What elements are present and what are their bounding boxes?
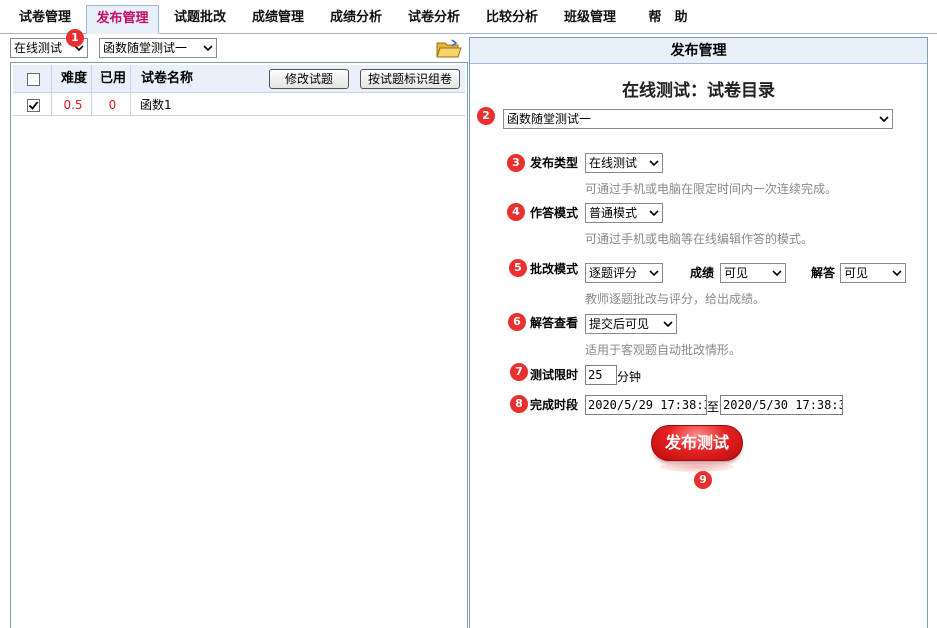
time-limit-label: 测试限时 [530, 368, 579, 382]
answer-mode-select[interactable]: 普通模式 [585, 203, 663, 223]
chevron-down-icon [649, 160, 659, 167]
answer-visibility-value: 可见 [844, 266, 869, 280]
step-badge-3: 3 [507, 154, 525, 172]
step-badge-6: 6 [508, 313, 526, 331]
time-limit-unit: 分钟 [617, 370, 642, 384]
score-visibility-value: 可见 [724, 266, 749, 280]
open-folder-icon[interactable] [436, 39, 462, 59]
publish-type-value: 在线测试 [589, 156, 638, 170]
table-row[interactable]: 0.5 0 函数1 [13, 94, 465, 116]
paper-catalog-select-value: 函数随堂测试一 [507, 112, 592, 126]
score-visibility-select[interactable]: 可见 [720, 263, 786, 283]
tab-paper-analysis[interactable]: 试卷分析 [399, 6, 469, 30]
column-header-difficulty: 难度 [60, 71, 87, 86]
step-badge-1: 1 [66, 29, 84, 47]
time-limit-input[interactable]: 25 [585, 365, 617, 385]
grading-mode-select[interactable]: 逐题评分 [585, 263, 663, 283]
compose-by-tag-button[interactable]: 按试题标识组卷 [360, 69, 460, 89]
paper-filter-select[interactable]: 函数随堂测试一 [99, 38, 217, 58]
answer-visibility-label: 解答 [811, 266, 836, 280]
row-used: 0 [108, 98, 117, 112]
checkmark-icon [28, 101, 39, 110]
step-badge-8: 8 [510, 395, 528, 413]
step-badge-7: 7 [510, 363, 528, 381]
column-header-paper-name: 试卷名称 [141, 71, 194, 86]
tab-score-analysis[interactable]: 成绩分析 [321, 6, 391, 30]
grading-mode-hint: 教师逐题批改与评分，给出成绩。 [585, 292, 766, 306]
select-all-checkbox[interactable] [27, 73, 40, 86]
answer-view-select[interactable]: 提交后可见 [585, 314, 677, 334]
answer-view-label: 解答查看 [530, 316, 579, 330]
answer-mode-hint: 可通过手机或电脑等在线编辑作答的模式。 [585, 232, 814, 246]
row-difficulty: 0.5 [63, 98, 83, 112]
chevron-down-icon [663, 321, 673, 328]
paper-table-header: 难度 已用 试卷名称 修改试题 按试题标识组卷 [13, 65, 465, 93]
tab-publish-management[interactable]: 发布管理 [86, 5, 159, 34]
top-tab-bar: 试卷管理 发布管理 试题批改 成绩管理 成绩分析 试卷分析 比较分析 班级管理 … [0, 0, 937, 34]
tab-score-management[interactable]: 成绩管理 [243, 6, 313, 30]
tab-class-management[interactable]: 班级管理 [555, 6, 625, 30]
tab-comparison-analysis[interactable]: 比较分析 [477, 6, 547, 30]
chevron-down-icon [892, 270, 902, 277]
answer-visibility-select[interactable]: 可见 [840, 263, 906, 283]
column-header-used: 已用 [99, 71, 126, 86]
tab-help[interactable]: 帮 助 [638, 6, 698, 30]
chevron-down-icon [649, 270, 659, 277]
chevron-down-icon [772, 270, 782, 277]
answer-mode-value: 普通模式 [589, 206, 638, 220]
period-separator: 至 [707, 400, 720, 414]
publish-type-hint: 可通过手机或电脑在限定时间内一次连续完成。 [585, 182, 838, 196]
row-paper-name[interactable]: 函数1 [140, 94, 220, 116]
grading-mode-label: 批改模式 [530, 262, 579, 276]
publish-type-select[interactable]: 在线测试 [585, 153, 663, 173]
step-badge-2: 2 [477, 107, 495, 125]
step-badge-4: 4 [507, 203, 525, 221]
row-checkbox[interactable] [27, 99, 40, 112]
publish-type-label: 发布类型 [530, 156, 579, 170]
tab-paper-management[interactable]: 试卷管理 [10, 6, 80, 30]
edit-questions-button[interactable]: 修改试题 [269, 69, 349, 89]
period-start-input[interactable]: 2020/5/29 17:38:35 [585, 395, 707, 415]
grading-mode-value: 逐题评分 [589, 266, 638, 280]
answer-view-hint: 适用于客观题自动批改情形。 [585, 343, 742, 357]
score-visibility-label: 成绩 [690, 266, 715, 280]
period-end-input[interactable]: 2020/5/30 17:38:35 [720, 395, 843, 415]
answer-mode-label: 作答模式 [530, 206, 579, 220]
panel-title: 发布管理 [470, 38, 927, 64]
publish-button-reflection [660, 462, 734, 472]
paper-catalog-select[interactable]: 函数随堂测试一 [503, 109, 893, 129]
paper-filter-select-value: 函数随堂测试一 [103, 41, 188, 55]
chevron-down-icon [879, 116, 889, 123]
period-label: 完成时段 [530, 398, 579, 412]
answer-view-value: 提交后可见 [589, 317, 650, 331]
step-badge-5: 5 [509, 259, 527, 277]
publish-test-button[interactable]: 发布测试 [651, 425, 743, 461]
test-type-select-value: 在线测试 [14, 41, 63, 55]
step-badge-9: 9 [694, 471, 712, 489]
chevron-down-icon [649, 210, 659, 217]
tab-grading[interactable]: 试题批改 [165, 6, 235, 30]
chevron-down-icon [203, 45, 213, 52]
paper-list-panel: 难度 已用 试卷名称 修改试题 按试题标识组卷 0.5 0 函数1 [10, 62, 468, 628]
page-heading: 在线测试：试卷目录 [622, 81, 775, 101]
